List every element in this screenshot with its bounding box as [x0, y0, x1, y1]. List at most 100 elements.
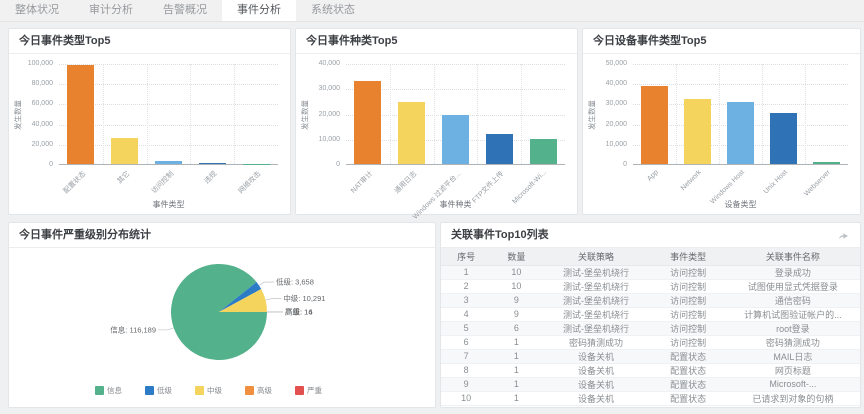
y-axis-tick-label: 10,000 [298, 136, 340, 143]
legend-label: 低级 [157, 385, 172, 396]
legend-item-严重[interactable]: 严重 [295, 385, 322, 396]
nav-tab[interactable]: 事件分析 [222, 0, 296, 21]
table-cell: 测试-堡垒机绕行 [542, 321, 651, 335]
legend-label: 中级 [207, 385, 222, 396]
table-cell: 通信密码 [726, 293, 860, 307]
dashboard-page: 整体状况审计分析告警概况事件分析系统状态 今日事件类型Top5 0 20,000 4… [0, 0, 864, 414]
table-cell: 登录成功 [726, 265, 860, 279]
table-cell: 9 [491, 293, 541, 307]
bar-Microsoft-Wi...[interactable] [530, 139, 557, 164]
bar-FTP文件上传[interactable] [486, 134, 513, 164]
table-cell: 测试-堡垒机绕行 [542, 293, 651, 307]
nav-tab[interactable]: 审计分析 [74, 0, 148, 21]
table-cell: MAIL日志 [726, 349, 860, 363]
y-axis-tick-label: 0 [298, 161, 340, 168]
grid-vline [762, 64, 763, 164]
table-cell: 1 [491, 349, 541, 363]
table-header-cell: 事件类型 [650, 248, 725, 265]
panel-title-device-event: 今日设备事件类型Top5 [583, 29, 860, 54]
table-cell: 1 [491, 363, 541, 377]
legend-label: 严重 [307, 385, 322, 396]
table-cell: 计算机试图验证帐户的... [726, 307, 860, 321]
bar-Windows Host[interactable] [727, 102, 754, 164]
panel-event-type-top5: 今日事件类型Top5 020,00040,00060,00080,000100,… [8, 28, 291, 215]
bar-其它[interactable] [111, 138, 138, 164]
bar-通用日志[interactable] [398, 102, 425, 164]
panel-device-event-top5: 今日设备事件类型Top5 010,00020,00030,00040,00050… [582, 28, 861, 215]
table-cell: 已请求到对象的句柄 [726, 391, 860, 405]
grid-vline [521, 64, 522, 164]
y-axis-tick-label: 0 [11, 161, 53, 168]
nav-tabbar: 整体状况审计分析告警概况事件分析系统状态 [0, 0, 864, 22]
bar-Windows 过滤平台...[interactable] [442, 115, 469, 164]
pie-label-低级: 低级: 3,658 [276, 277, 314, 287]
table-row: 210测试-堡垒机绕行访问控制试图使用显式凭据登录 [441, 279, 860, 293]
pie-label-信息: 信息: 116,189 [110, 324, 156, 334]
y-axis-tick-label: 50,000 [585, 60, 627, 67]
bar-chart-device-event: 010,00020,00030,00040,00050,000AppNetwor… [583, 54, 860, 213]
legend-label: 信息 [107, 385, 122, 396]
grid-vline [103, 64, 104, 164]
table-row: 61密码猜测成功访问控制密码猜测成功 [441, 335, 860, 349]
panel-title-event-type: 今日事件类型Top5 [9, 29, 290, 54]
bar-NAT审计[interactable] [354, 81, 381, 164]
bar-Network[interactable] [684, 99, 711, 164]
table-cell: 访问控制 [650, 293, 725, 307]
panel-title-text: 关联事件Top10列表 [451, 223, 549, 248]
legend-item-低级[interactable]: 低级 [145, 385, 172, 396]
table-row: 49测试-堡垒机绕行访问控制计算机试图验证帐户的... [441, 307, 860, 321]
panel-severity-pie: 今日事件严重级别分布统计 信息: 116,189低级: 3,658中级: 10,… [8, 222, 436, 408]
table-row: 81设备关机配置状态网页标题 [441, 363, 860, 377]
bar-违规[interactable] [199, 163, 226, 164]
export-arrow-icon[interactable] [836, 229, 850, 241]
legend-swatch [295, 386, 304, 395]
nav-tab[interactable]: 整体状况 [0, 0, 74, 21]
table-row: 56测试-堡垒机绕行访问控制root登录 [441, 321, 860, 335]
y-axis-name: 发生数量 [587, 100, 598, 130]
bar-配置状态[interactable] [67, 65, 94, 164]
legend-swatch [145, 386, 154, 395]
panel-title-severity: 今日事件严重级别分布统计 [9, 223, 435, 248]
panel-related-events-table: 关联事件Top10列表 序号数量关联策略事件类型关联事件名称 110测试-堡垒机… [440, 222, 861, 408]
bar-chart-event-type: 020,00040,00060,00080,000100,000配置状态其它访问… [9, 54, 290, 213]
grid-vline [719, 64, 720, 164]
table-cell: 访问控制 [650, 307, 725, 321]
bar-Unix Host[interactable] [770, 113, 797, 164]
table-cell: 9 [441, 377, 491, 391]
nav-tab[interactable]: 系统状态 [296, 0, 370, 21]
panel-title-related-events: 关联事件Top10列表 [441, 223, 860, 248]
x-axis-name: 事件类型 [59, 199, 278, 210]
legend-swatch [95, 386, 104, 395]
table-header-cell: 关联事件名称 [726, 248, 860, 265]
table-cell: 1 [441, 265, 491, 279]
grid-vline [190, 64, 191, 164]
grid-line [346, 64, 565, 65]
bar-Webserver[interactable] [813, 162, 840, 164]
bar-网络攻击[interactable] [243, 164, 270, 165]
table-cell: Microsoft-... [726, 377, 860, 391]
nav-tab[interactable]: 告警概况 [148, 0, 222, 21]
y-axis-name: 发生数量 [13, 100, 24, 130]
panel-title-text: 今日设备事件类型Top5 [593, 29, 706, 54]
grid-vline [434, 64, 435, 164]
table-header-cell: 序号 [441, 248, 491, 265]
table-cell: 配置状态 [650, 349, 725, 363]
table-cell: 访问控制 [650, 335, 725, 349]
table-header-row: 序号数量关联策略事件类型关联事件名称 [441, 248, 860, 265]
table-cell: 1 [491, 377, 541, 391]
legend-item-高级[interactable]: 高级 [245, 385, 272, 396]
table-cell: 6 [491, 321, 541, 335]
table-cell: 设备关机 [542, 363, 651, 377]
table-cell: 试图使用显式凭据登录 [726, 279, 860, 293]
table-cell: 测试-堡垒机绕行 [542, 307, 651, 321]
table-cell: 设备关机 [542, 391, 651, 405]
legend-item-信息[interactable]: 信息 [95, 385, 122, 396]
table-cell: 1 [491, 391, 541, 405]
bar-访问控制[interactable] [155, 161, 182, 164]
y-axis-tick-label: 40,000 [585, 80, 627, 87]
table-cell: 2 [441, 279, 491, 293]
legend-item-中级[interactable]: 中级 [195, 385, 222, 396]
bar-App[interactable] [641, 86, 668, 164]
table-cell: 设备关机 [542, 349, 651, 363]
y-axis-tick-label: 20,000 [11, 141, 53, 148]
